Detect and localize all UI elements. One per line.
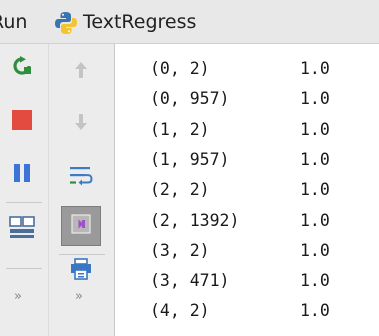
console-line: (2, 1392) 1.0 xyxy=(150,206,330,236)
console-line: (3, 471) 1.0 xyxy=(150,266,330,296)
console-line-key: (2, 1392) xyxy=(150,210,240,230)
console-line-value: 1.0 xyxy=(300,240,330,260)
console-line-key: (3, 471) xyxy=(150,271,230,291)
console-output[interactable]: (0, 2) 1.0 (0, 957) 1.0 (1, 2) 1.0 (1, 957) 1.0… xyxy=(115,44,379,336)
chevron-double-right-icon[interactable]: » xyxy=(75,289,83,304)
console-line-key: (0, 957) xyxy=(150,89,230,109)
console-line-value: 1.0 xyxy=(300,210,330,230)
rerun-icon xyxy=(11,55,33,81)
console-line-value: 1.0 xyxy=(300,180,330,200)
console-line-key: (2, 2) xyxy=(150,180,210,200)
run-config-name[interactable]: TextRegress xyxy=(83,11,196,33)
run-toolbar-primary: » xyxy=(0,44,49,336)
console-line: (1, 2) 1.0 xyxy=(150,115,330,145)
console-line-key: (3, 2) xyxy=(150,240,210,260)
pause-icon xyxy=(11,162,33,188)
soft-wrap-button[interactable] xyxy=(65,162,97,194)
python-icon xyxy=(53,10,79,36)
layout-icon xyxy=(9,216,35,244)
scroll-to-end-button[interactable] xyxy=(61,206,101,246)
scroll-to-end-icon xyxy=(70,213,92,239)
run-header: Run TextRegress xyxy=(0,0,379,44)
console-line-value: 1.0 xyxy=(300,271,330,291)
console-line-value: 1.0 xyxy=(300,149,330,169)
console-line: (0, 957) 1.0 xyxy=(150,84,330,114)
console-line-key: (1, 2) xyxy=(150,119,210,139)
console-line: (2, 2) 1.0 xyxy=(150,175,330,205)
console-line: (0, 2) 1.0 xyxy=(150,54,330,84)
stop-icon xyxy=(11,109,33,135)
console-line: (1, 957) 1.0 xyxy=(150,145,330,175)
print-button[interactable] xyxy=(66,256,96,286)
chevron-double-right-icon[interactable]: » xyxy=(14,289,22,304)
rerun-button[interactable] xyxy=(6,52,38,84)
down-stack-button[interactable] xyxy=(67,110,95,138)
console-line-value: 1.0 xyxy=(300,89,330,109)
run-toolbar-secondary: » xyxy=(49,44,115,336)
toolbar-separator xyxy=(6,268,42,269)
console-line-key: (1, 957) xyxy=(150,149,230,169)
console-line-key: (4, 2) xyxy=(150,301,210,321)
console-line-key: (0, 2) xyxy=(150,59,210,78)
stop-button[interactable] xyxy=(6,106,38,138)
run-label: Run xyxy=(0,11,28,33)
arrow-up-icon xyxy=(73,61,89,83)
soft-wrap-icon xyxy=(69,165,93,191)
toolbar-separator xyxy=(59,254,105,255)
console-line-value: 1.0 xyxy=(300,119,330,139)
console-line-value: 1.0 xyxy=(300,301,330,321)
console-line: (4, 2) 1.0 xyxy=(150,296,330,326)
console-line-value: 1.0 xyxy=(300,59,330,78)
up-stack-button[interactable] xyxy=(67,58,95,86)
arrow-down-icon xyxy=(73,113,89,135)
toolbar-separator xyxy=(6,202,42,203)
restore-layout-button[interactable] xyxy=(4,212,40,248)
pause-button[interactable] xyxy=(6,159,38,191)
run-tool-window: Run TextRegress xyxy=(0,0,379,336)
console-line: (3, 2) 1.0 xyxy=(150,236,330,266)
print-icon xyxy=(70,258,92,284)
